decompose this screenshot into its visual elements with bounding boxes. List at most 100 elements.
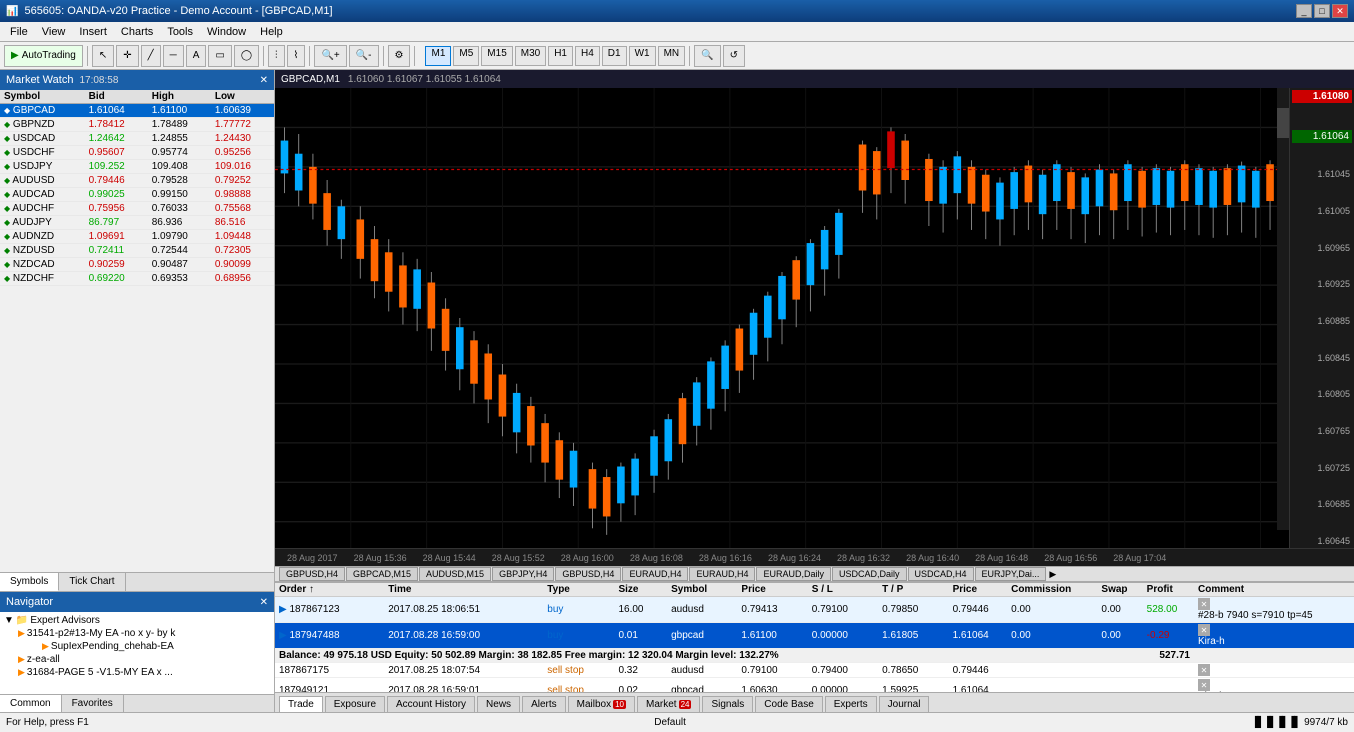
market-watch-row[interactable]: ◆ NZDCAD 0.90259 0.90487 0.90099 (0, 258, 274, 272)
toolbar-btn-arrow[interactable]: ↖ (92, 45, 114, 67)
chart-tab-7[interactable]: EURAUD,Daily (756, 567, 831, 581)
tf-m15[interactable]: M15 (481, 46, 512, 66)
market-watch-row[interactable]: ◆ USDCAD 1.24642 1.24855 1.24430 (0, 132, 274, 146)
nav-ea-item-4[interactable]: ▶ 31684-PAGE 5 -V1.5-MY EA x ... (2, 666, 272, 679)
chart-main[interactable]: 1.61080 1.61064 1.61045 1.61005 1.60965 … (275, 88, 1354, 548)
tab-symbols[interactable]: Symbols (0, 573, 59, 591)
chart-tab-6[interactable]: EURAUD,H4 (689, 567, 755, 581)
terminal-row[interactable]: 187949121 2017.08.28 16:59:01 sell stop … (275, 678, 1354, 693)
toolbar-btn-hline[interactable]: ─ (163, 45, 184, 67)
chart-scrollbar[interactable] (1277, 88, 1289, 530)
nav-ea-item-1[interactable]: ▶ 31541-p2#13-My EA -no x y- by k (2, 627, 272, 640)
market-watch-row[interactable]: ◆ AUDJPY 86.797 86.936 86.516 (0, 216, 274, 230)
chart-tab-4[interactable]: GBPUSD,H4 (555, 567, 621, 581)
nav-expert-advisors[interactable]: ▼ 📁 Expert Advisors (2, 614, 272, 627)
th-profit: Profit (1143, 583, 1194, 597)
chart-tab-8[interactable]: USDCAD,Daily (832, 567, 907, 581)
toolbar-btn-fib[interactable]: ⫶ (268, 45, 285, 67)
chart-tab-1[interactable]: GBPCAD,M15 (346, 567, 418, 581)
market-watch-row[interactable]: ◆ USDCHF 0.95607 0.95774 0.95256 (0, 146, 274, 160)
menu-charts[interactable]: Charts (115, 24, 159, 40)
row-close-btn[interactable]: ✕ (1198, 664, 1210, 676)
tf-m5[interactable]: M5 (453, 46, 479, 66)
chart-tab-9[interactable]: USDCAD,H4 (908, 567, 974, 581)
market-watch-row[interactable]: ◆ NZDCHF 0.69220 0.69353 0.68956 (0, 272, 274, 286)
menu-view[interactable]: View (36, 24, 72, 40)
toolbar-btn-crosshair[interactable]: ✛ (116, 45, 138, 67)
term-tab-exposure[interactable]: Exposure (325, 696, 385, 712)
term-tab-alerts[interactable]: Alerts (522, 696, 566, 712)
toolbar-btn-search[interactable]: 🔍 (694, 45, 720, 67)
toolbar-btn-ellipse[interactable]: ◯ (234, 45, 259, 67)
price-60925: 1.60925 (1292, 279, 1352, 289)
close-button[interactable]: ✕ (1332, 4, 1348, 18)
chart-scrollbar-thumb[interactable] (1277, 108, 1289, 138)
market-watch-row[interactable]: ◆ AUDCAD 0.99025 0.99150 0.98888 (0, 188, 274, 202)
tf-mn[interactable]: MN (658, 46, 686, 66)
row-close-btn[interactable]: ✕ (1198, 624, 1210, 636)
market-watch-row[interactable]: ◆ GBPCAD 1.61064 1.61100 1.60639 (0, 104, 274, 118)
tab-tick-chart[interactable]: Tick Chart (59, 573, 125, 591)
terminal-row[interactable]: ▶ 187867123 2017.08.25 18:06:51 buy 16.0… (275, 597, 1354, 623)
toolbar-btn-text[interactable]: A (186, 45, 207, 67)
autotrading-button[interactable]: ▶ AutoTrading (4, 45, 83, 67)
tf-d1[interactable]: D1 (602, 46, 627, 66)
maximize-button[interactable]: □ (1314, 4, 1330, 18)
menu-file[interactable]: File (4, 24, 34, 40)
navigator-close[interactable]: ✕ (260, 597, 268, 608)
chart-tab-5[interactable]: EURAUD,H4 (622, 567, 688, 581)
toolbar-btn-zoomin[interactable]: 🔍+ (314, 45, 346, 67)
nav-ea-item-2[interactable]: ▶ SupIexPending_chehab-EA (2, 640, 272, 653)
tf-m30[interactable]: M30 (515, 46, 546, 66)
toolbar-btn-properties[interactable]: ⚙ (388, 45, 411, 67)
toolbar-btn-rectangle[interactable]: ▭ (208, 45, 231, 67)
market-watch-row[interactable]: ◆ AUDCHF 0.75956 0.76033 0.75568 (0, 202, 274, 216)
term-tab-account-history[interactable]: Account History (387, 696, 475, 712)
row-close-btn[interactable]: ✕ (1198, 598, 1210, 610)
toolbar-btn-zoomout[interactable]: 🔍- (349, 45, 379, 67)
menu-insert[interactable]: Insert (73, 24, 113, 40)
nav-folder-icon: 📁 (16, 615, 28, 626)
market-watch-row[interactable]: ◆ AUDUSD 0.79446 0.79528 0.79252 (0, 174, 274, 188)
market-watch-row[interactable]: ◆ GBPNZD 1.78412 1.78489 1.77772 (0, 118, 274, 132)
tf-w1[interactable]: W1 (629, 46, 656, 66)
toolbar-btn-line[interactable]: ╱ (141, 45, 161, 67)
market-watch-row[interactable]: ◆ AUDNZD 1.09691 1.09790 1.09448 (0, 230, 274, 244)
term-tab-mailbox[interactable]: Mailbox10 (568, 696, 635, 712)
tf-h4[interactable]: H4 (575, 46, 600, 66)
chart-tab-2[interactable]: AUDUSD,M15 (419, 567, 491, 581)
market-symbol: ◆ NZDCHF (0, 272, 85, 286)
tf-m1[interactable]: M1 (425, 46, 451, 66)
chart-tab-10[interactable]: EURJPY,Dai... (975, 567, 1047, 581)
market-watch-row[interactable]: ◆ NZDUSD 0.72411 0.72544 0.72305 (0, 244, 274, 258)
market-watch-close[interactable]: ✕ (260, 75, 268, 86)
chart-tab-0[interactable]: GBPUSD,H4 (279, 567, 345, 581)
term-tab-journal[interactable]: Journal (879, 696, 930, 712)
toolbar-btn-channel[interactable]: ⌇ (287, 45, 306, 67)
term-tab-trade[interactable]: Trade (279, 696, 323, 712)
terminal-row[interactable]: Balance: 49 975.18 USD Equity: 50 502.89… (275, 649, 1354, 663)
nav-ea-item-3[interactable]: ▶ z-ea-all (2, 653, 272, 666)
chart-tabs-scroll-right[interactable]: ▶ (1049, 569, 1056, 580)
market-watch-row[interactable]: ◆ USDJPY 109.252 109.408 109.016 (0, 160, 274, 174)
market-high: 86.936 (148, 216, 211, 230)
tf-h1[interactable]: H1 (548, 46, 573, 66)
term-tab-codebase[interactable]: Code Base (755, 696, 822, 712)
menu-tools[interactable]: Tools (161, 24, 199, 40)
tick-icon: ◆ (4, 148, 10, 157)
menu-help[interactable]: Help (254, 24, 289, 40)
toolbar-btn-refresh[interactable]: ↺ (723, 45, 745, 67)
term-tab-signals[interactable]: Signals (702, 696, 753, 712)
nav-tab-favorites[interactable]: Favorites (62, 695, 124, 712)
row-close-btn[interactable]: ✕ (1198, 679, 1210, 691)
chart-tab-3[interactable]: GBPJPY,H4 (492, 567, 554, 581)
term-tab-experts[interactable]: Experts (825, 696, 877, 712)
term-tab-news[interactable]: News (477, 696, 520, 712)
term-tab-market[interactable]: Market24 (637, 696, 700, 712)
nav-tab-common[interactable]: Common (0, 695, 62, 712)
terminal-row[interactable]: 187867175 2017.08.25 18:07:54 sell stop … (275, 663, 1354, 678)
minimize-button[interactable]: _ (1296, 4, 1312, 18)
row-sl: 0.00000 (808, 678, 878, 693)
terminal-row[interactable]: ▶ 187947488 2017.08.28 16:59:00 buy 0.01… (275, 623, 1354, 649)
menu-window[interactable]: Window (201, 24, 252, 40)
